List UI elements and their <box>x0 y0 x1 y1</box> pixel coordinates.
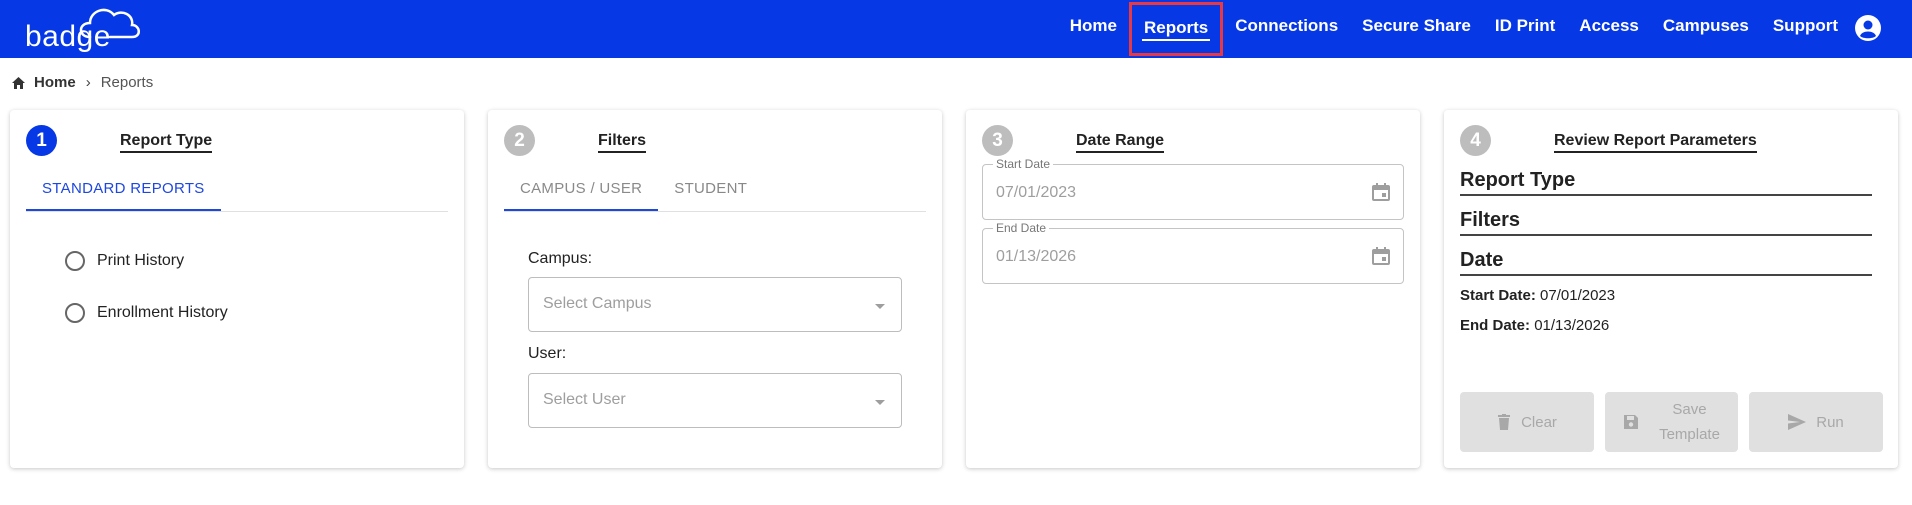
option-enrollment-history[interactable]: Enrollment History <box>65 303 228 323</box>
filters-card: 2 Filters CAMPUS / USER STUDENT Campus: … <box>488 110 942 468</box>
breadcrumb-current: Reports <box>100 74 154 91</box>
review-end-date: End Date: 01/13/2026 <box>1460 317 1609 334</box>
review-end-date-value: 01/13/2026 <box>1534 317 1610 334</box>
report-tabs: STANDARD REPORTS <box>26 170 448 212</box>
nav-support[interactable]: Support <box>1761 0 1850 58</box>
active-underline <box>1141 39 1211 41</box>
date-range-title: Date Range <box>1076 132 1165 153</box>
save-template-label-line1: Save <box>1672 401 1707 418</box>
review-start-date: Start Date: 07/01/2023 <box>1460 287 1615 304</box>
nav-id-print[interactable]: ID Print <box>1483 0 1567 58</box>
filters-title: Filters <box>598 132 647 153</box>
nav-reports-label: Reports <box>1143 18 1209 37</box>
nav-home[interactable]: Home <box>1058 0 1129 58</box>
date-range-card: 3 Date Range Start Date 07/01/2023 End D… <box>966 110 1420 468</box>
review-filters-heading: Filters <box>1460 209 1872 236</box>
campus-select[interactable]: Select Campus <box>528 277 902 332</box>
user-placeholder: Select User <box>543 391 626 408</box>
radio-enrollment-history[interactable] <box>65 303 85 323</box>
account-icon[interactable] <box>1854 14 1882 42</box>
start-date-value: 07/01/2023 <box>996 184 1077 201</box>
option-enrollment-history-label: Enrollment History <box>97 304 228 321</box>
save-template-label: Save Template <box>1659 397 1720 447</box>
review-start-date-value: 07/01/2023 <box>1540 287 1616 304</box>
calendar-icon[interactable] <box>1371 182 1391 202</box>
step-2-badge: 2 <box>504 125 535 156</box>
cloud-icon <box>79 8 140 39</box>
top-navigation-bar: badge Home Reports Connections Secure Sh… <box>0 0 1912 58</box>
chevron-right-icon: › <box>85 74 91 91</box>
save-template-button[interactable]: Save Template <box>1605 392 1738 452</box>
filter-tabs: CAMPUS / USER STUDENT <box>504 170 926 212</box>
clear-button-label: Clear <box>1521 413 1557 431</box>
tab-campus-user[interactable]: CAMPUS / USER <box>504 170 659 211</box>
dropdown-arrow-icon <box>875 304 885 309</box>
review-start-date-label: Start Date: <box>1460 287 1536 304</box>
save-template-label-line2: Template <box>1659 426 1720 443</box>
start-date-field[interactable]: Start Date 07/01/2023 <box>982 157 1404 220</box>
report-type-card: 1 Report Type STANDARD REPORTS Print His… <box>10 110 464 468</box>
calendar-icon[interactable] <box>1371 246 1391 266</box>
nav-connections[interactable]: Connections <box>1223 0 1350 58</box>
review-card: 4 Review Report Parameters Report Type F… <box>1444 110 1898 468</box>
user-label: User: <box>528 345 567 362</box>
campus-label: Campus: <box>528 250 593 267</box>
home-icon <box>12 76 25 89</box>
dropdown-arrow-icon <box>875 400 885 405</box>
end-date-value: 01/13/2026 <box>996 248 1077 265</box>
review-date-heading: Date <box>1460 249 1872 276</box>
option-print-history[interactable]: Print History <box>65 251 184 271</box>
option-print-history-label: Print History <box>97 252 185 269</box>
breadcrumb: Home › Reports <box>11 74 153 91</box>
step-1-badge: 1 <box>26 125 57 156</box>
clear-button[interactable]: Clear <box>1460 392 1594 452</box>
nav-campuses[interactable]: Campuses <box>1651 0 1761 58</box>
save-icon <box>1624 415 1639 429</box>
tab-standard-reports[interactable]: STANDARD REPORTS <box>26 170 221 211</box>
nav-secure-share[interactable]: Secure Share <box>1350 0 1483 58</box>
run-button-label: Run <box>1816 413 1844 431</box>
send-icon <box>1788 414 1807 430</box>
run-button[interactable]: Run <box>1749 392 1883 452</box>
end-date-label: End Date <box>993 221 1050 235</box>
nav-access[interactable]: Access <box>1567 0 1651 58</box>
step-4-badge: 4 <box>1460 125 1491 156</box>
review-end-date-label: End Date: <box>1460 317 1531 334</box>
user-select[interactable]: Select User <box>528 373 902 428</box>
end-date-field[interactable]: End Date 01/13/2026 <box>982 221 1404 284</box>
review-title: Review Report Parameters <box>1554 132 1757 153</box>
start-date-label: Start Date <box>993 157 1054 171</box>
campus-placeholder: Select Campus <box>543 295 652 312</box>
trash-icon <box>1498 414 1511 430</box>
nav-reports[interactable]: Reports <box>1128 2 1224 56</box>
report-type-title: Report Type <box>120 132 213 153</box>
badge-logo[interactable]: badge <box>24 3 140 53</box>
step-3-badge: 3 <box>982 125 1013 156</box>
radio-print-history[interactable] <box>65 251 85 271</box>
breadcrumb-home[interactable]: Home <box>34 74 76 91</box>
tab-student[interactable]: STUDENT <box>658 170 763 211</box>
main-nav: Home Reports Connections Secure Share ID… <box>1058 0 1850 58</box>
review-report-type-heading: Report Type <box>1460 169 1872 196</box>
